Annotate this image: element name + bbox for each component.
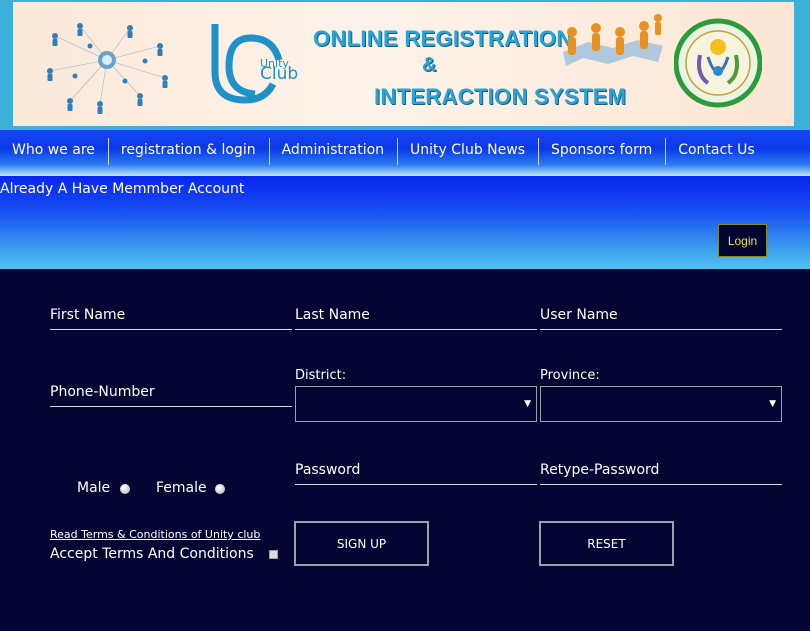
province-label: Province: [540,368,600,383]
female-radio[interactable] [215,484,225,494]
nav-item-unity-club-news[interactable]: Unity Club News [398,138,539,165]
first-name-field [50,300,292,330]
accept-terms-label: Accept Terms And Conditions [50,546,254,562]
accept-terms-checkbox[interactable] [269,550,278,559]
teamwork-people-icon [563,14,663,66]
password-input[interactable] [295,455,537,484]
last-name-input[interactable] [295,300,537,329]
user-name-field [540,300,782,330]
banner-panel: Unity Club ONLINE REGISTRATION & INTERAC… [13,2,794,126]
header-banner: Unity Club ONLINE REGISTRATION & INTERAC… [0,0,810,130]
retype-password-field [540,455,782,485]
government-seal-icon [674,18,762,108]
nav-item-registration-login[interactable]: registration & login [109,138,270,165]
login-button[interactable]: Login [718,224,767,257]
last-name-field [295,300,537,330]
banner-title-line-2: & [422,54,437,76]
chevron-down-icon: ▼ [524,399,531,409]
reset-button[interactable]: RESET [539,521,674,566]
phone-number-input[interactable] [50,377,292,406]
user-name-input[interactable] [540,300,782,329]
main-navigation: Who we are registration & login Administ… [0,130,810,176]
province-select[interactable]: ▼ [540,386,782,422]
nav-list: Who we are registration & login Administ… [0,138,768,165]
nav-item-who-we-are[interactable]: Who we are [0,138,109,165]
phone-number-field [50,377,292,407]
chevron-down-icon: ▼ [769,399,776,409]
male-label: Male [77,480,111,496]
nav-item-contact-us[interactable]: Contact Us [666,138,767,165]
unity-club-logo-text: Unity Club [260,57,299,84]
password-field [295,455,537,485]
nav-item-administration[interactable]: Administration [270,138,399,165]
registration-form: District: ▼ Province: ▼ Male Female Read… [0,269,810,631]
first-name-input[interactable] [50,300,292,329]
district-label: District: [295,368,347,383]
nav-item-sponsors-form[interactable]: Sponsors form [539,138,667,165]
banner-title-line-3: INTERACTION SYSTEM [374,84,627,109]
existing-member-text: Already A Have Memmber Account [0,181,245,197]
member-login-strip: Already A Have Memmber Account Login [0,176,810,269]
banner-title-line-1: ONLINE REGISTRATION [313,26,573,51]
terms-conditions-link[interactable]: Read Terms & Conditions of Unity club [50,528,260,541]
retype-password-input[interactable] [540,455,782,484]
male-radio[interactable] [120,484,130,494]
network-people-icon [47,23,168,114]
sign-up-button[interactable]: SIGN UP [294,521,429,566]
district-select[interactable]: ▼ [295,386,537,422]
female-label: Female [156,480,207,496]
